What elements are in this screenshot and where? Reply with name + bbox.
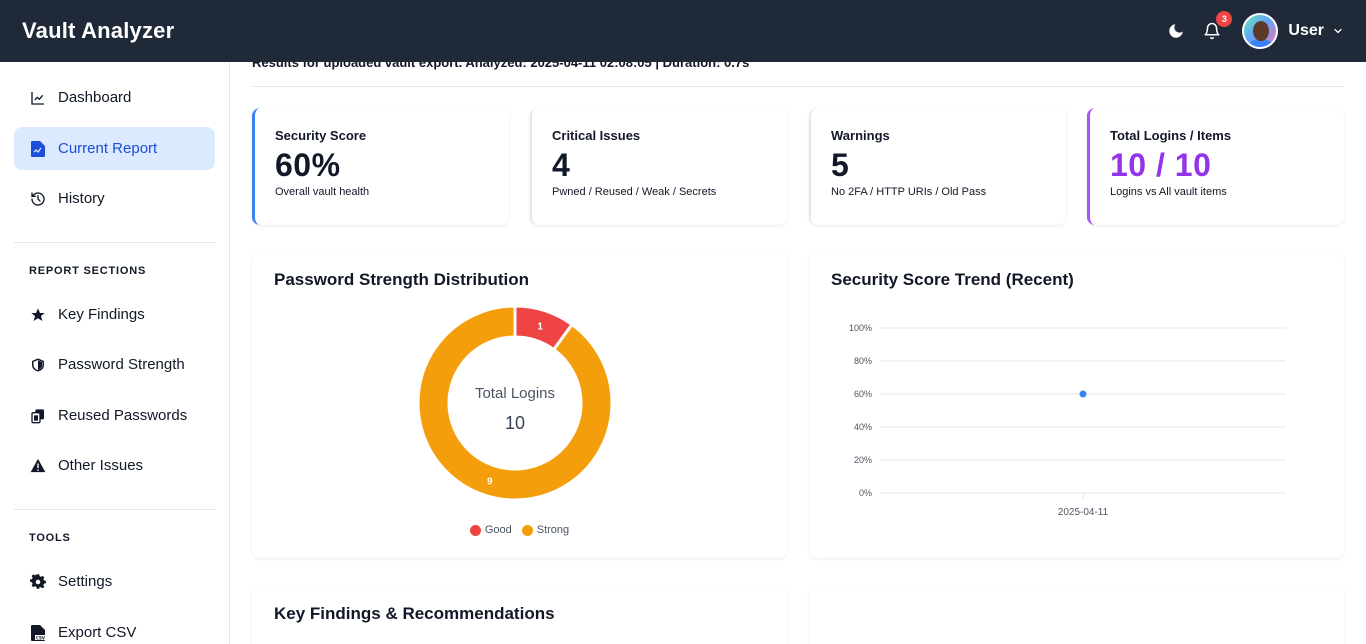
sidebar-item-password-strength[interactable]: Password Strength	[14, 343, 215, 386]
sidebar-item-label: Other Issues	[58, 457, 144, 474]
sidebar-item-label: Password Strength	[58, 356, 185, 373]
theme-toggle-button[interactable]	[1162, 17, 1190, 45]
y-tick-label: 100%	[849, 323, 872, 333]
warning-icon	[30, 458, 46, 474]
stat-label: Critical Issues	[552, 128, 641, 143]
avatar	[1242, 13, 1279, 49]
chart-legend: Good Strong	[252, 524, 787, 536]
header-actions: 3 User	[1162, 11, 1344, 49]
user-menu[interactable]: User	[1242, 13, 1344, 49]
top-bar: Vault Analyzer 3 User	[0, 0, 1366, 62]
stat-label: Security Score	[275, 128, 367, 143]
gear-icon	[30, 573, 46, 590]
csv-file-icon: CSV	[30, 624, 46, 641]
stat-card-critical-issues: Critical Issues 4 Pwned / Reused / Weak …	[530, 108, 787, 225]
y-tick-label: 20%	[854, 455, 872, 465]
x-tick-label: 2025-04-11	[1058, 507, 1109, 518]
key-findings-panel: Key Findings & Recommendations	[252, 586, 787, 644]
moon-icon	[1169, 24, 1184, 38]
donut-slice[interactable]	[416, 304, 614, 502]
secondary-panel	[809, 586, 1344, 644]
password-strength-panel: Password Strength Distribution 19 Total …	[252, 252, 787, 558]
chart-line-icon	[30, 90, 46, 106]
sidebar-item-label: Settings	[58, 573, 113, 590]
sidebar: Dashboard Current Report History REPORT …	[0, 62, 230, 644]
sidebar-item-label: History	[58, 190, 105, 207]
results-summary: Results for uploaded vault export. Analy…	[252, 62, 750, 70]
file-report-icon	[30, 140, 46, 157]
y-tick-label: 40%	[854, 422, 872, 432]
svg-text:CSV: CSV	[36, 635, 45, 640]
panel-title: Key Findings & Recommendations	[274, 604, 555, 623]
sidebar-item-reused-passwords[interactable]: Reused Passwords	[14, 394, 215, 437]
y-tick-label: 60%	[854, 389, 872, 399]
legend-label: Good	[484, 524, 512, 536]
notifications-button[interactable]: 3	[1198, 11, 1233, 45]
sidebar-item-label: Dashboard	[58, 89, 132, 106]
sidebar-item-current-report[interactable]: Current Report	[14, 127, 215, 170]
legend-item[interactable]: Strong	[521, 524, 570, 536]
stat-value: 60%	[275, 147, 341, 183]
copy-icon	[30, 408, 46, 424]
data-point[interactable]	[1079, 390, 1087, 398]
sidebar-item-label: Current Report	[58, 140, 158, 157]
sidebar-divider	[14, 509, 215, 510]
slice-value-label: 1	[537, 321, 543, 332]
legend-label: Strong	[536, 524, 570, 536]
stat-subtext: Pwned / Reused / Weak / Secrets	[552, 186, 717, 198]
y-tick-label: 80%	[854, 356, 872, 366]
sidebar-item-settings[interactable]: Settings	[14, 560, 215, 603]
report-sections-heading: REPORT SECTIONS	[29, 265, 147, 277]
sidebar-item-label: Key Findings	[58, 306, 145, 323]
sidebar-item-dashboard[interactable]: Dashboard	[14, 76, 215, 119]
stat-label: Total Logins / Items	[1110, 128, 1232, 143]
notification-badge: 3	[1216, 11, 1233, 27]
slice-value-label: 9	[487, 477, 493, 488]
stat-card-security-score: Security Score 60% Overall vault health	[252, 108, 509, 225]
line-chart: 0% 20% 40% 60% 80% 100% 2025-04-11	[849, 323, 1286, 518]
sidebar-item-history[interactable]: History	[14, 177, 215, 220]
results-divider	[252, 86, 1344, 87]
donut-center-value: 10	[505, 413, 525, 433]
history-icon	[30, 191, 46, 207]
sidebar-item-other-issues[interactable]: Other Issues	[14, 444, 215, 487]
donut-chart: 1 9 Total Logins 10	[416, 304, 614, 502]
star-icon	[30, 307, 46, 323]
sidebar-item-key-findings[interactable]: Key Findings	[14, 293, 215, 336]
stat-value: 4	[552, 147, 571, 183]
sidebar-divider	[14, 242, 215, 243]
legend-item[interactable]: Good	[469, 524, 512, 536]
stat-subtext: No 2FA / HTTP URIs / Old Pass	[831, 186, 987, 198]
stat-card-warnings: Warnings 5 No 2FA / HTTP URIs / Old Pass	[809, 108, 1066, 225]
stat-label: Warnings	[831, 128, 890, 143]
sidebar-item-export-csv[interactable]: CSV Export CSV	[14, 611, 215, 644]
donut-center-label: Total Logins	[475, 385, 555, 402]
user-name: User	[1288, 22, 1324, 39]
score-trend-panel: Security Score Trend (Recent) 0% 20% 40% 60…	[809, 252, 1344, 558]
app-title: Vault Analyzer	[22, 18, 175, 43]
sidebar-item-label: Export CSV	[58, 624, 137, 641]
stat-subtext: Logins vs All vault items	[1110, 186, 1227, 198]
stat-card-total-logins: Total Logins / Items 10 / 10 Logins vs A…	[1087, 108, 1344, 225]
tools-heading: TOOLS	[29, 532, 71, 544]
shield-icon	[30, 357, 46, 373]
stat-subtext: Overall vault health	[275, 186, 370, 198]
chevron-down-icon	[1334, 28, 1342, 34]
sidebar-item-label: Reused Passwords	[58, 407, 188, 424]
stat-value: 10 / 10	[1110, 147, 1212, 183]
y-tick-label: 0%	[859, 488, 872, 498]
legend-swatch	[469, 524, 481, 536]
main-content: Results for uploaded vault export. Analy…	[230, 62, 1366, 644]
legend-swatch	[521, 524, 533, 536]
stat-value: 5	[831, 147, 850, 183]
